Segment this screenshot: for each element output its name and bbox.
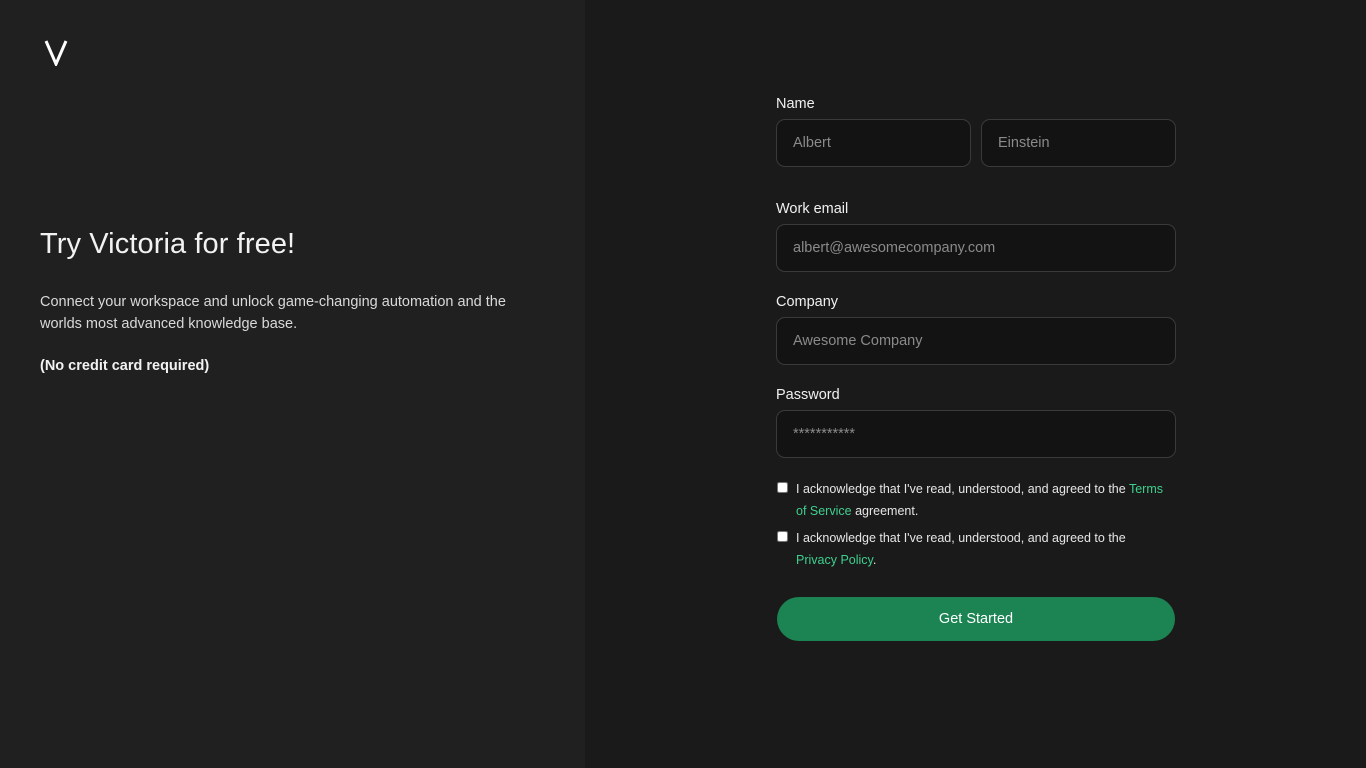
- page-title: Try Victoria for free!: [40, 228, 296, 260]
- intro-panel: Try Victoria for free! Connect your work…: [0, 0, 585, 768]
- signup-page: Try Victoria for free! Connect your work…: [0, 0, 1366, 768]
- work-email-input[interactable]: [776, 224, 1176, 272]
- form-panel: [585, 0, 1366, 768]
- name-label: Name: [776, 96, 815, 112]
- intro-description: Connect your workspace and unlock game-c…: [40, 294, 506, 332]
- no-credit-card-note: (No credit card required): [40, 358, 210, 374]
- privacy-text-prefix: I acknowledge that I've read, understood…: [796, 531, 1126, 545]
- company-label: Company: [776, 294, 839, 310]
- terms-text-suffix: agreement.: [851, 504, 919, 518]
- privacy-checkbox[interactable]: [777, 531, 788, 542]
- first-name-input[interactable]: [776, 119, 971, 167]
- company-input[interactable]: [776, 317, 1176, 365]
- get-started-button[interactable]: Get Started: [777, 597, 1175, 641]
- terms-agreement-row: I acknowledge that I've read, understood…: [776, 478, 1176, 524]
- terms-text-prefix: I acknowledge that I've read, understood…: [796, 482, 1129, 496]
- terms-checkbox[interactable]: [777, 482, 788, 493]
- privacy-agreement-row: I acknowledge that I've read, understood…: [776, 527, 1176, 573]
- terms-agreement-text: I acknowledge that I've read, understood…: [796, 478, 1176, 522]
- password-label: Password: [776, 387, 840, 403]
- privacy-text-suffix: .: [872, 553, 877, 567]
- last-name-input[interactable]: [981, 119, 1176, 167]
- victoria-logo-icon[interactable]: [44, 40, 68, 66]
- work-email-label: Work email: [776, 201, 849, 217]
- privacy-policy-link[interactable]: Privacy Policy: [796, 553, 873, 567]
- privacy-agreement-text: I acknowledge that I've read, understood…: [796, 527, 1176, 571]
- password-input[interactable]: [776, 410, 1176, 458]
